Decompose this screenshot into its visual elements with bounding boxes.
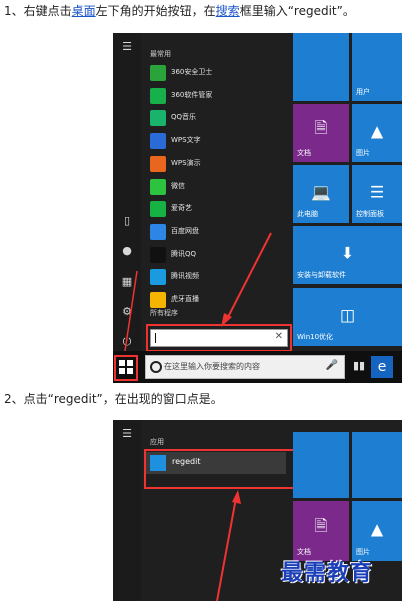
step1-instruction: 1、右键点击桌面左下角的开始按钮，在搜索框里输入“regedit”。 [4,3,355,19]
start-menu-screenshot: ☰ ▯ ● ▦ ⚙ ⏻ 最常用 360安全卫士360软件管家QQ音乐WPS文字W… [113,33,402,383]
step1-suffix: 框里输入“regedit”。 [239,4,355,18]
taskbar-search-placeholder: 在这里输入你要搜索的内容 [164,362,260,371]
step1-mid: 左下角的开始按钮，在 [95,4,216,18]
step2-instruction: 2、点击“regedit”，在出现的窗口点是。 [4,392,223,406]
watermark-text: 最需教育 [281,560,374,586]
link-desktop[interactable]: 桌面 [72,4,96,18]
task-view-icon[interactable]: ▮▮ [353,359,365,372]
taskbar-search-box[interactable]: 在这里输入你要搜索的内容 🎤 [145,355,345,379]
highlight-start-button [114,355,138,381]
microphone-icon[interactable]: 🎤 [326,360,338,371]
cortana-circle-icon [150,361,162,373]
taskbar: 在这里输入你要搜索的内容 🎤 ▮▮ e [113,351,402,383]
edge-browser-icon[interactable]: e [371,356,393,378]
link-search[interactable]: 搜索 [216,4,240,18]
step1-prefix: 1、右键点击 [4,4,72,18]
red-arrow-1 [124,232,272,352]
